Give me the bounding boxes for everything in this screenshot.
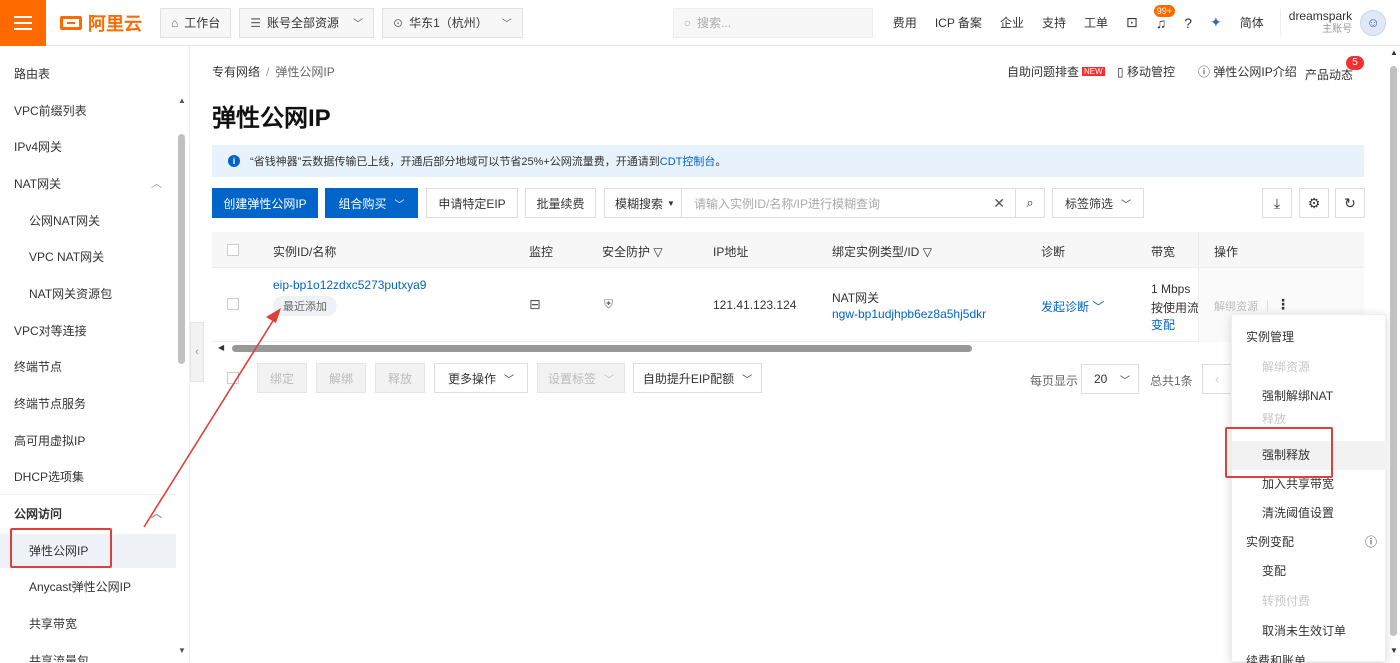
scroll-up-arrow[interactable]: ▲ [1390,48,1398,57]
page-scroll-thumb[interactable] [1390,66,1397,636]
page-scrollbar[interactable]: ▲ ▼ [1388,46,1400,662]
annotation-arrow [143,308,281,528]
scroll-down-arrow[interactable]: ▼ [1390,646,1398,655]
